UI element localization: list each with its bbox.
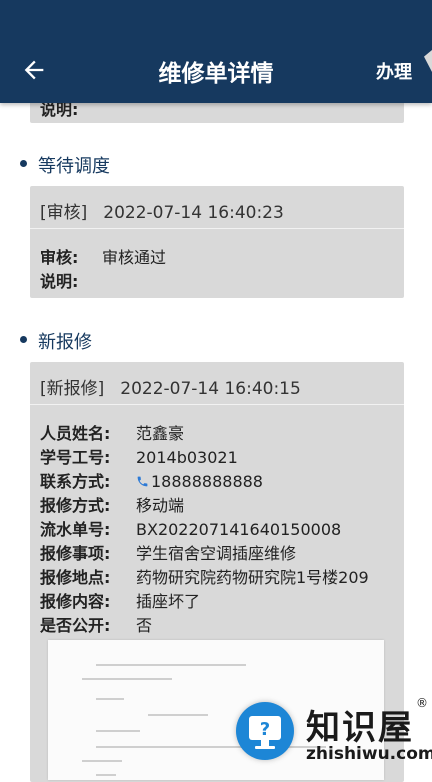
record-time: 2022-07-14 16:40:23 [103, 203, 284, 223]
record-tag: [新报修] [40, 379, 105, 399]
field-key: 学号工号: [40, 448, 111, 467]
record-header: [审核] 2022-07-14 16:40:23 [40, 198, 284, 223]
field-row: 学号工号: 2014b03021 [40, 444, 238, 468]
site-watermark: ? 知识屋 ® zhishiwu.com [236, 694, 432, 768]
field-key: 报修方式: [40, 496, 111, 515]
field-row: 报修事项: 学生宿舍空调插座维修 [40, 540, 296, 564]
field-row-phone: 联系方式: 18888888888 [40, 468, 263, 492]
note-key: 说明: [40, 272, 79, 291]
divider [30, 404, 404, 405]
watermark-url: zhishiwu.com [306, 744, 432, 764]
field-value: 2014b03021 [136, 448, 238, 467]
field-key: 报修事项: [40, 544, 111, 563]
field-row: 流水单号: BX202207141640150008 [40, 516, 341, 540]
watermark-reg: ® [416, 696, 428, 710]
page-title: 维修单详情 [158, 61, 274, 87]
watermark-logo: ? [236, 702, 294, 760]
field-key: 报修地点: [40, 568, 111, 587]
app-header: 维修单详情 办理 [0, 0, 432, 103]
field-key: 联系方式: [40, 472, 111, 491]
review-key: 审核: [40, 248, 79, 267]
timeline-dot [20, 336, 27, 343]
field-row: 报修内容: 插座坏了 [40, 588, 200, 612]
process-button[interactable]: 办理 [376, 58, 412, 84]
field-value: 药物研究院药物研究院1号楼209 [136, 568, 369, 587]
field-key: 流水单号: [40, 520, 111, 539]
field-row: 报修方式: 移动端 [40, 492, 184, 516]
watermark-brand: 知识屋 [306, 708, 414, 748]
field-key: 人员姓名: [40, 424, 111, 443]
field-value: 否 [136, 616, 153, 635]
phone-link[interactable]: 18888888888 [136, 472, 263, 491]
record-header: [新报修] 2022-07-14 16:40:15 [40, 374, 301, 399]
field-value: 移动端 [136, 496, 185, 515]
field-row: 报修地点: 药物研究院药物研究院1号楼209 [40, 564, 369, 588]
review-status: 审核通过 [102, 248, 167, 267]
field-value: BX202207141640150008 [136, 520, 342, 539]
field-key: 报修内容: [40, 592, 111, 611]
section-title-new-repair: 新报修 [38, 332, 92, 353]
field-value: 学生宿舍空调插座维修 [136, 544, 297, 563]
phone-icon [137, 476, 148, 487]
note-row: 说明: [40, 268, 136, 292]
divider [30, 228, 404, 229]
detail-content: 说明: 等待调度 [审核] 2022-07-14 16:40:23 审核: 审核通过… [0, 0, 432, 782]
timeline-dot [20, 160, 27, 167]
record-time: 2022-07-14 16:40:15 [120, 379, 301, 399]
field-value: 插座坏了 [136, 592, 201, 611]
record-tag: [审核] [40, 203, 88, 223]
field-row: 是否公开: 否 [40, 612, 152, 636]
help-monitor-icon: ? [249, 716, 281, 749]
field-key: 是否公开: [40, 616, 111, 635]
review-row: 审核: 审核通过 [40, 244, 166, 268]
field-value: 范鑫豪 [136, 424, 185, 443]
section-title-dispatch: 等待调度 [38, 156, 110, 177]
field-row: 人员姓名: 范鑫豪 [40, 420, 184, 444]
phone-number: 18888888888 [151, 472, 263, 491]
dispatch-card: [审核] 2022-07-14 16:40:23 审核: 审核通过 说明: [30, 186, 404, 298]
svg-text:?: ? [260, 719, 270, 740]
